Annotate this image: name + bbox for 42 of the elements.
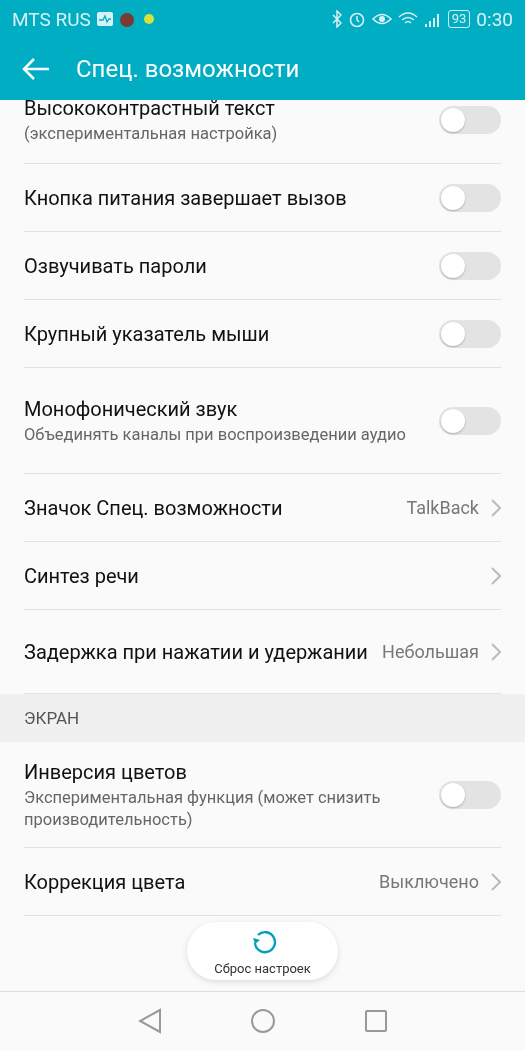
section-title: ЭКРАН	[24, 708, 80, 728]
setting-title[interactable]: Коррекция цвета	[24, 868, 367, 895]
activity-icon	[96, 12, 113, 26]
setting-title: Инверсия цветов	[24, 758, 188, 785]
chevron-icon	[491, 642, 501, 661]
setting-title[interactable]: Значок Спец. возможности	[24, 494, 395, 521]
setting-description: Экспериментальная функция (может снизить производительность)	[24, 786, 382, 831]
chevron-icon	[491, 498, 501, 517]
setting-value: TalkBack	[406, 497, 479, 518]
chevron-icon	[491, 566, 501, 585]
back-arrow-icon[interactable]	[22, 57, 50, 81]
signal-icon	[423, 11, 442, 27]
home-nav-icon[interactable]	[249, 1008, 276, 1034]
back-nav-icon[interactable]	[137, 1008, 162, 1034]
eye-icon	[371, 11, 392, 27]
toggle-switch[interactable]	[439, 183, 501, 212]
battery-level: 93	[447, 10, 471, 28]
toggle-switch[interactable]	[439, 105, 501, 134]
carrier-name: MTS RUS	[12, 7, 91, 31]
setting-title: Высококонтрастный текст	[24, 100, 276, 121]
setting-title: Монофонический звук	[24, 395, 239, 422]
setting-title: Озвучивать пароли	[24, 252, 208, 279]
toggle-switch[interactable]	[439, 251, 501, 280]
setting-title[interactable]: Синтез речи	[24, 562, 479, 589]
recents-nav-icon[interactable]	[363, 1009, 388, 1033]
setting-value: Небольшая	[382, 641, 479, 662]
toggle-switch[interactable]	[439, 780, 501, 809]
setting-value: Выключено	[379, 871, 479, 892]
setting-title: Кнопка питания завершает вызов	[24, 184, 348, 211]
setting-description: Объединять каналы при воспроизведении аудио	[24, 423, 407, 446]
toggle-switch[interactable]	[439, 406, 501, 435]
bluetooth-icon	[331, 10, 342, 28]
setting-title[interactable]: Задержка при нажатии и удержании	[24, 638, 371, 665]
clock-time: 0:30	[476, 7, 513, 31]
reset-settings-button[interactable]: Сброс настроек	[187, 922, 338, 980]
toggle-switch[interactable]	[439, 319, 501, 348]
alarm-icon	[347, 10, 366, 28]
chevron-icon	[491, 872, 501, 891]
screen-title: Спец. возможности	[76, 55, 300, 83]
setting-title: Крупный указатель мыши	[24, 320, 271, 347]
setting-description: (экспериментальная настройка)	[24, 122, 279, 145]
app-icon	[118, 11, 135, 27]
